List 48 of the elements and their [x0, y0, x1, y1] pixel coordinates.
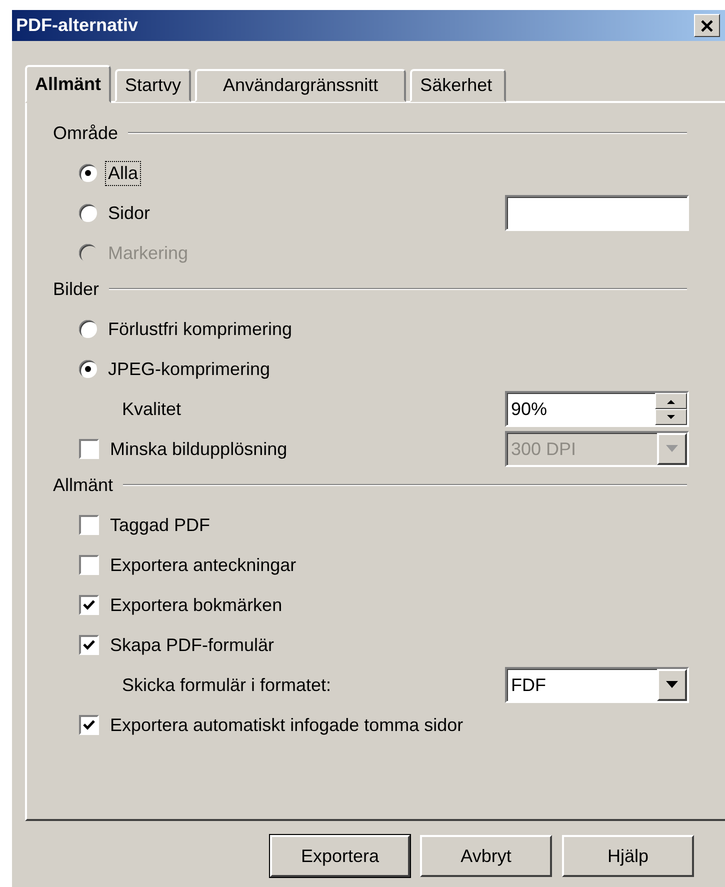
tab[interactable]: Startvy [115, 69, 192, 102]
check-icon [82, 598, 96, 612]
field-label: Kvalitet [121, 398, 182, 420]
radio-label: Sidor [107, 202, 152, 224]
checkbox-label: Exportera bokmärken [109, 594, 284, 617]
dialog-button[interactable]: Exportera [270, 835, 410, 877]
check-icon [82, 638, 96, 652]
tab[interactable]: Allmänt [25, 65, 112, 103]
checkbox[interactable] [79, 595, 99, 615]
checkbox[interactable] [79, 715, 99, 735]
radio-label: Markering [107, 242, 190, 265]
dialog-button[interactable]: Hjälp [562, 835, 694, 877]
spin-field[interactable]: 90% [505, 391, 689, 427]
check-icon [82, 718, 96, 732]
checkbox[interactable] [79, 555, 99, 575]
caret-icon [665, 681, 679, 689]
tab[interactable]: Säkerhet [410, 69, 506, 102]
checkbox[interactable] [79, 635, 99, 655]
spin-up-button[interactable] [655, 393, 687, 409]
tab[interactable]: Användargränssnitt [195, 69, 406, 102]
section-title: Allmänt [53, 474, 114, 496]
radio-button[interactable] [79, 320, 97, 338]
radio-button[interactable] [79, 204, 97, 222]
checkbox-label: Exportera anteckningar [109, 554, 298, 577]
section-title: Område [53, 122, 118, 144]
checkbox-label: Skapa PDF-formulär [109, 634, 276, 657]
up-arrow-icon [667, 398, 675, 404]
radio-label: Alla [105, 160, 142, 186]
field-label: Skicka formulär i formatet: [121, 674, 332, 696]
radio-button[interactable] [79, 360, 97, 378]
radio-button[interactable] [79, 164, 97, 182]
section-title: Bilder [53, 278, 100, 300]
window-title: PDF-alternativ [16, 15, 140, 36]
radio-label: JPEG-komprimering [107, 358, 272, 381]
checkbox[interactable] [79, 439, 99, 459]
checkbox-label: Exportera automatiskt infogade tomma sidor [109, 714, 464, 737]
spin-down-button[interactable] [655, 409, 687, 425]
close-icon [699, 18, 715, 34]
dialog-button[interactable]: Avbryt [420, 835, 552, 877]
caret-icon [665, 445, 679, 453]
radio-label: Förlustfri komprimering [107, 318, 294, 341]
dropdown[interactable]: FDF [505, 667, 689, 703]
checkbox-label: Minska bildupplösning [109, 438, 288, 461]
down-arrow-icon [667, 414, 675, 420]
input-field[interactable] [505, 195, 689, 231]
close-button[interactable] [694, 14, 720, 37]
checkbox[interactable] [79, 515, 99, 535]
checkbox-label: Taggad PDF [109, 514, 212, 537]
